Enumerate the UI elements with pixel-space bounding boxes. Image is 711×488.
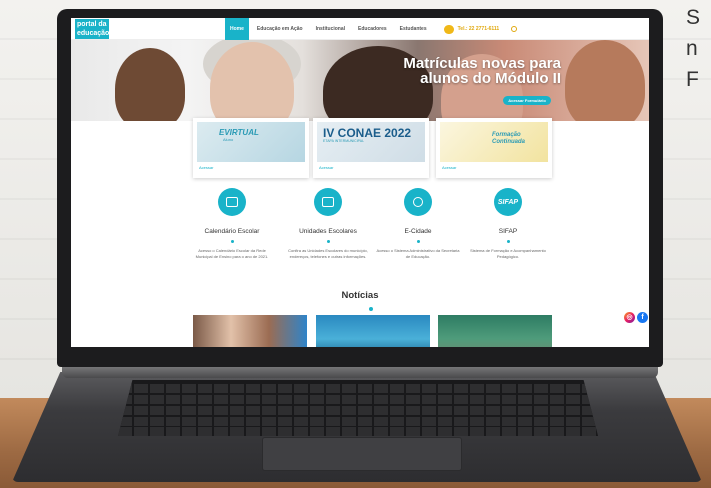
cropped-side-text: S n F xyxy=(686,6,701,91)
calendar-icon[interactable] xyxy=(218,188,246,216)
nav-educadores[interactable]: Educadores xyxy=(358,26,387,32)
service-ecidade[interactable]: E-Cidade Acesso o Sistema Administrativo… xyxy=(370,188,466,260)
laptop-trackpad xyxy=(262,437,462,471)
service-title[interactable]: Unidades Escolares xyxy=(280,228,376,235)
service-desc: Sistema de Formação e Acompanhamento Ped… xyxy=(470,248,546,259)
access-form-button[interactable]: Acessar Formulário xyxy=(503,96,551,105)
school-icon[interactable] xyxy=(314,188,342,216)
laptop-screen: portal da educação Home Educação em Ação… xyxy=(71,18,649,347)
nav-educacao-em-acao[interactable]: Educação em Ação xyxy=(257,26,303,32)
chat-icon xyxy=(443,24,454,34)
news-thumbnail[interactable] xyxy=(316,315,430,347)
card-caption[interactable]: Acessar xyxy=(442,165,456,170)
service-desc: Confira as Unidades Escolares do municíp… xyxy=(288,248,368,259)
service-title[interactable]: E-Cidade xyxy=(370,228,466,235)
divider-dot xyxy=(369,307,373,311)
banner-person-1 xyxy=(115,48,185,121)
site-logo[interactable]: portal da educação xyxy=(75,19,109,39)
news-heading: Notícias xyxy=(341,290,379,301)
search-icon[interactable] xyxy=(511,26,518,32)
card-image: Formação Continuada xyxy=(440,122,548,162)
service-unidades[interactable]: Unidades Escolares Confira as Unidades E… xyxy=(280,188,376,260)
service-sifap[interactable]: SIFAP SIFAP Sistema de Formação e Acompa… xyxy=(460,188,556,260)
news-thumbnail[interactable] xyxy=(193,315,307,347)
service-desc: Acesso o Sistema Administrativo da Secre… xyxy=(376,248,460,259)
card-conae[interactable]: IV CONAE 2022 ETAPA INTERMUNICIPAL Acess… xyxy=(313,118,429,178)
card-evirtual[interactable]: EVIRTUAL Aluno Acessar xyxy=(193,118,309,178)
divider-dot xyxy=(230,240,234,243)
user-icon[interactable] xyxy=(404,188,432,216)
banner-person-5 xyxy=(565,40,645,121)
service-desc: Acesso o Calendário Escolar da Rede Muni… xyxy=(195,248,269,259)
divider-dot xyxy=(326,240,330,243)
card-image: EVIRTUAL Aluno xyxy=(197,122,305,162)
facebook-icon[interactable]: f xyxy=(637,312,648,323)
sifap-logo-icon[interactable]: SIFAP xyxy=(494,188,522,216)
service-title[interactable]: SIFAP xyxy=(460,228,556,235)
service-title[interactable]: Calendário Escolar xyxy=(184,228,280,235)
laptop-keyboard xyxy=(118,380,598,436)
instagram-icon[interactable]: ◎ xyxy=(624,312,635,323)
divider-dot xyxy=(506,240,510,243)
card-formacao[interactable]: Formação Continuada Acessar xyxy=(436,118,552,178)
news-thumbnail[interactable] xyxy=(438,315,552,347)
nav-home[interactable]: Home xyxy=(225,18,249,40)
divider-dot xyxy=(416,240,420,243)
phone-number: Tel.: 22 2771-6111 xyxy=(457,26,500,32)
card-image: IV CONAE 2022 ETAPA INTERMUNICIPAL xyxy=(317,122,425,162)
nav-institucional[interactable]: Institucional xyxy=(316,26,345,32)
card-caption[interactable]: Acessar xyxy=(319,165,333,170)
service-calendario[interactable]: Calendário Escolar Acesso o Calendário E… xyxy=(184,188,280,260)
card-caption[interactable]: Acessar xyxy=(199,165,213,170)
hero-banner: Matrículas novas para alunos do Módulo I… xyxy=(71,40,649,121)
nav-estudantes[interactable]: Estudantes xyxy=(400,26,427,32)
main-nav: Home Educação em Ação Institucional Educ… xyxy=(225,18,518,40)
banner-title: Matrículas novas para alunos do Módulo I… xyxy=(403,55,561,87)
phone-contact[interactable]: Tel.: 22 2771-6111 xyxy=(443,24,500,34)
site-header: portal da educação Home Educação em Ação… xyxy=(71,18,649,40)
